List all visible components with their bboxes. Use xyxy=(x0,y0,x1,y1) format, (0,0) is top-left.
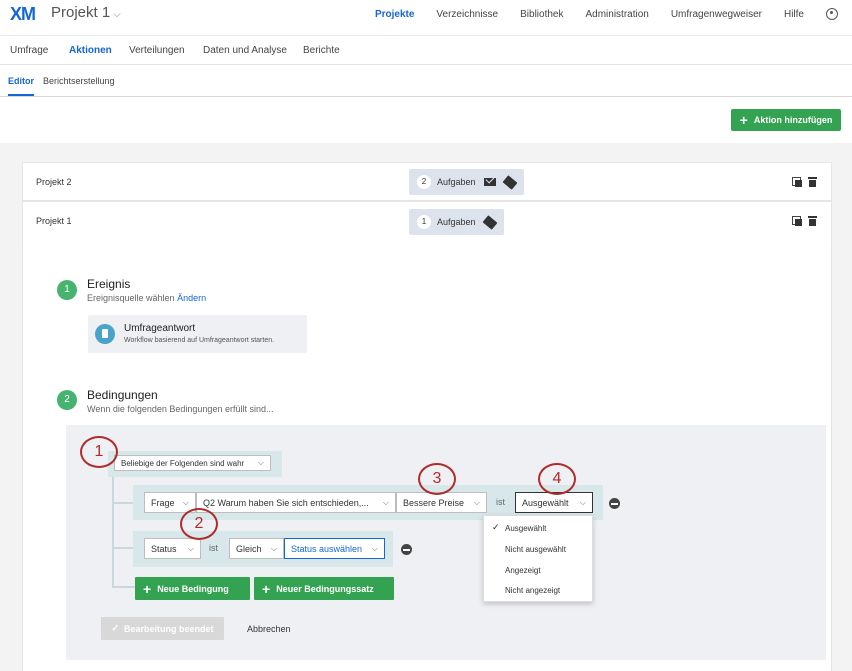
event-source-card[interactable]: Umfrageantwort Workflow basierend auf Um… xyxy=(88,315,307,353)
tree-connector xyxy=(112,502,133,504)
project-name: Projekt 1 xyxy=(51,4,111,21)
chevron-down-icon: ⌵ xyxy=(187,543,194,553)
chevron-down-icon: ⌵ xyxy=(182,497,189,507)
user-icon[interactable] xyxy=(826,8,838,20)
group-logic-select[interactable]: Beliebige der Folgenden sind wahr ⌵ xyxy=(114,455,271,471)
copy-icon[interactable] xyxy=(792,216,802,226)
task-count: 2 xyxy=(417,175,431,189)
action-name: Projekt 2 xyxy=(36,177,72,187)
tab-umfrage[interactable]: Umfrage xyxy=(10,45,48,56)
active-tab-underline xyxy=(8,94,34,96)
toolbar xyxy=(0,97,852,143)
question-select[interactable]: Q2 Warum haben Sie sich entschieden,... ⌵ xyxy=(196,492,396,513)
survey-icon xyxy=(95,324,115,344)
tasks-pill[interactable]: 2 Aufgaben xyxy=(409,169,524,195)
task-count: 1 xyxy=(417,215,431,229)
selection-state-dropdown: ✓ Ausgewählt Nicht ausgewählt Angezeigt … xyxy=(483,515,593,602)
done-editing-button[interactable]: ✓ Bearbeitung beendet xyxy=(101,617,224,640)
step-number: 2 xyxy=(57,390,77,410)
add-condition-set-button[interactable]: + Neuer Bedingungssatz xyxy=(254,577,394,600)
add-action-button[interactable]: + Aktion hinzufügen xyxy=(731,109,841,131)
chevron-down-icon: ⌵ xyxy=(270,543,277,553)
plus-icon: + xyxy=(739,112,748,128)
subtab-berichtserstellung[interactable]: Berichtserstellung xyxy=(43,76,115,86)
annotation-marker: 1 xyxy=(80,436,118,468)
check-icon: ✓ xyxy=(111,623,120,633)
mail-icon xyxy=(483,178,496,186)
nav-verzeichnisse[interactable]: Verzeichnisse xyxy=(436,9,498,20)
tree-connector xyxy=(112,586,135,588)
chevron-down-icon: ⌵ xyxy=(579,497,586,507)
dropdown-option[interactable]: Nicht ausgewählt xyxy=(505,545,566,554)
is-label: ist xyxy=(209,543,218,553)
chevron-down-icon: ⌵ xyxy=(473,497,480,507)
nav-umfragenwegweiser[interactable]: Umfragenwegweiser xyxy=(671,9,762,20)
dropdown-option[interactable]: Angezeigt xyxy=(505,566,541,575)
annotation-marker: 2 xyxy=(180,508,218,540)
source-title: Umfrageantwort xyxy=(124,323,196,334)
chevron-down-icon: ⌵ xyxy=(113,9,121,20)
annotation-marker: 4 xyxy=(538,463,576,495)
copy-icon[interactable] xyxy=(792,177,802,187)
choice-select[interactable]: Bessere Preise ⌵ xyxy=(396,492,487,513)
selection-state-select[interactable]: Ausgewählt ⌵ xyxy=(515,492,593,513)
tab-berichte[interactable]: Berichte xyxy=(303,45,340,56)
ticket-icon xyxy=(482,214,498,230)
subtab-editor[interactable]: Editor xyxy=(8,76,34,86)
action-name: Projekt 1 xyxy=(36,216,72,226)
remove-condition-icon[interactable] xyxy=(401,544,412,555)
tree-connector xyxy=(112,547,133,549)
status-select[interactable]: Status auswählen ⌵ xyxy=(284,538,385,559)
tab-verteilungen[interactable]: Verteilungen xyxy=(129,45,185,56)
annotation-marker: 3 xyxy=(418,463,456,495)
chevron-down-icon: ⌵ xyxy=(382,497,389,507)
row-actions xyxy=(792,216,817,226)
dropdown-option[interactable]: Ausgewählt xyxy=(505,524,546,533)
row-actions xyxy=(792,177,817,187)
sub-tabs: Editor Berichtserstellung xyxy=(0,65,852,97)
chevron-down-icon: ⌵ xyxy=(257,458,264,467)
xm-logo[interactable]: XM xyxy=(10,4,36,25)
tab-aktionen[interactable]: Aktionen xyxy=(69,45,112,56)
trash-icon[interactable] xyxy=(808,177,817,187)
action-row[interactable]: Projekt 1 1 Aufgaben xyxy=(22,201,832,242)
plus-icon: + xyxy=(262,580,271,597)
tasks-pill[interactable]: 1 Aufgaben xyxy=(409,209,504,235)
step-subtitle: Wenn die folgenden Bedingungen erfüllt s… xyxy=(87,404,274,414)
nav-hilfe[interactable]: Hilfe xyxy=(784,9,804,20)
nav-projekte[interactable]: Projekte xyxy=(375,9,414,20)
source-description: Workflow basierend auf Umfrageantwort st… xyxy=(124,337,275,344)
nav-bibliothek[interactable]: Bibliothek xyxy=(520,9,563,20)
check-icon: ✓ xyxy=(492,522,500,532)
change-link[interactable]: Ändern xyxy=(177,293,206,303)
cancel-button[interactable]: Abbrechen xyxy=(247,624,291,634)
condition-type-select[interactable]: Status ⌵ xyxy=(144,538,201,559)
plus-icon: + xyxy=(143,580,152,597)
top-nav: Projekte Verzeichnisse Bibliothek Admini… xyxy=(375,0,852,28)
remove-condition-icon[interactable] xyxy=(609,498,620,509)
is-label: ist xyxy=(496,497,505,507)
trash-icon[interactable] xyxy=(808,216,817,226)
step-number: 1 xyxy=(57,280,77,300)
tasks-label: Aufgaben xyxy=(437,177,476,187)
step-subtitle: Ereignisquelle wählen Ändern xyxy=(87,293,207,303)
project-switcher[interactable]: Projekt 1 ⌵ xyxy=(51,4,121,21)
step-title: Bedingungen xyxy=(87,388,158,402)
nav-administration[interactable]: Administration xyxy=(585,9,648,20)
ticket-icon xyxy=(502,174,518,190)
tasks-label: Aufgaben xyxy=(437,217,476,227)
tree-connector xyxy=(112,477,114,587)
action-row[interactable]: Projekt 2 2 Aufgaben xyxy=(22,162,832,201)
chevron-down-icon: ⌵ xyxy=(371,543,378,553)
add-condition-button[interactable]: + Neue Bedingung xyxy=(135,577,250,600)
dropdown-option[interactable]: Nicht angezeigt xyxy=(505,586,560,595)
operator-select[interactable]: Gleich ⌵ xyxy=(229,538,284,559)
main-tabs: Umfrage Aktionen Verteilungen Daten und … xyxy=(0,36,852,65)
step-title: Ereignis xyxy=(87,277,131,291)
top-bar: XM Projekt 1 ⌵ Projekte Verzeichnisse Bib… xyxy=(0,0,852,36)
tab-daten-und-analyse[interactable]: Daten und Analyse xyxy=(203,45,287,56)
